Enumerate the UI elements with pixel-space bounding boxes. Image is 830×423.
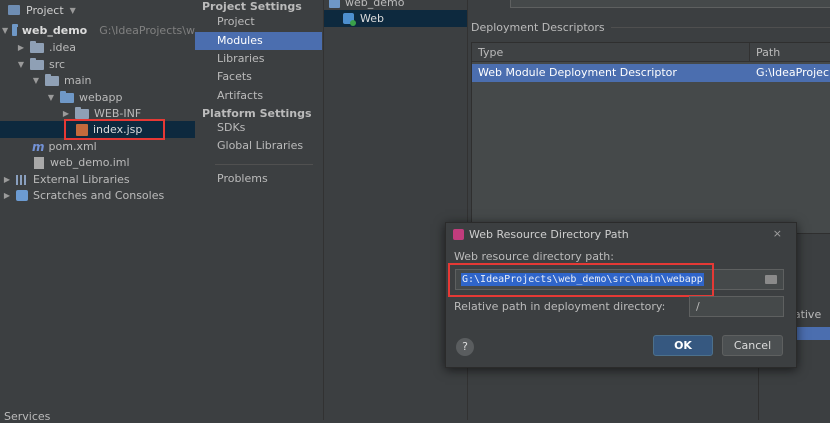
project-settings-heading: Project Settings xyxy=(202,0,302,13)
expand-arrow-icon[interactable]: ▼ xyxy=(2,26,8,35)
collapse-arrow-icon[interactable]: ▶ xyxy=(61,109,71,118)
folder-icon xyxy=(30,57,44,70)
highlight-box xyxy=(64,119,165,140)
maven-icon: m xyxy=(32,139,45,154)
tree-item-pom-xml[interactable]: m pom.xml xyxy=(0,138,195,155)
services-tool-window-label[interactable]: Services xyxy=(4,410,50,423)
deployment-descriptors-table[interactable]: Type Path Web Module Deployment Descript… xyxy=(471,42,830,234)
module-path: G:\IdeaProjects\w xyxy=(99,24,195,37)
project-view-title: Project xyxy=(26,3,64,17)
tree-item-label: .idea xyxy=(49,41,77,54)
ok-button[interactable]: OK xyxy=(653,335,713,356)
column-header-path[interactable]: Path xyxy=(750,43,830,62)
module-folder-icon xyxy=(12,23,18,36)
relative-path-input[interactable]: / xyxy=(689,296,784,317)
tree-item-webapp[interactable]: ▼ webapp xyxy=(0,89,195,106)
sidebar-divider xyxy=(215,164,313,165)
sidebar-item-global-libraries[interactable]: Global Libraries xyxy=(195,137,322,155)
iml-file-icon xyxy=(34,156,44,169)
scratches-icon xyxy=(16,190,28,201)
tree-item-idea[interactable]: ▶ .idea xyxy=(0,39,195,56)
module-tree-label: Web xyxy=(360,12,384,25)
help-button[interactable]: ? xyxy=(456,338,474,356)
tree-item-web-demo[interactable]: ▼ web_demo G:\IdeaProjects\w xyxy=(0,22,195,39)
project-view-header[interactable]: Project ▼ xyxy=(0,0,195,20)
project-view-icon xyxy=(8,5,20,15)
tree-item-web-demo-iml[interactable]: web_demo.iml xyxy=(0,154,195,171)
dialog-title-bar[interactable]: Web Resource Directory Path xyxy=(446,223,796,245)
sidebar-item-facets[interactable]: Facets xyxy=(195,68,322,86)
tree-item-label: web_demo.iml xyxy=(50,156,130,169)
selected-row-fragment[interactable] xyxy=(792,327,830,340)
tree-item-label: External Libraries xyxy=(33,173,130,186)
tree-item-label: main xyxy=(64,74,92,87)
module-folder-icon xyxy=(329,0,340,8)
title-divider xyxy=(611,27,830,28)
close-icon[interactable]: × xyxy=(773,227,782,240)
tree-item-external-libraries[interactable]: ▶ External Libraries xyxy=(0,171,195,188)
dropdown-caret-icon[interactable]: ▼ xyxy=(70,6,76,15)
expand-arrow-icon[interactable]: ▼ xyxy=(16,60,26,69)
deployment-descriptors-title: Deployment Descriptors xyxy=(471,21,605,34)
collapse-arrow-icon[interactable]: ▶ xyxy=(2,175,12,184)
web-resource-directory-path-dialog: Web Resource Directory Path × Web resour… xyxy=(445,222,797,368)
tree-item-label: src xyxy=(49,58,66,71)
sidebar-item-modules[interactable]: Modules xyxy=(195,32,322,50)
module-tree-item-web[interactable]: Web xyxy=(324,10,467,27)
settings-sidebar: Project Settings Project Modules Librari… xyxy=(195,0,324,420)
folder-icon xyxy=(75,106,89,119)
column-header-type[interactable]: Type xyxy=(472,43,750,62)
cancel-button[interactable]: Cancel xyxy=(722,335,783,356)
descriptor-type: Web Module Deployment Descriptor xyxy=(478,66,677,79)
path-field-label: Web resource directory path: xyxy=(454,250,614,263)
browse-folder-icon[interactable] xyxy=(765,275,777,284)
collapse-arrow-icon[interactable]: ▶ xyxy=(2,191,12,200)
folder-icon xyxy=(45,73,59,86)
tree-item-label: pom.xml xyxy=(48,140,97,153)
project-tool-window: Project ▼ ▼ web_demo G:\IdeaProjects\w ▶… xyxy=(0,0,195,423)
collapse-arrow-icon[interactable]: ▶ xyxy=(16,43,26,52)
sidebar-item-artifacts[interactable]: Artifacts xyxy=(195,87,322,105)
tree-item-src[interactable]: ▼ src xyxy=(0,56,195,73)
expand-arrow-icon[interactable]: ▼ xyxy=(31,76,41,85)
dialog-title: Web Resource Directory Path xyxy=(469,227,629,241)
sidebar-item-problems[interactable]: Problems xyxy=(195,170,322,188)
facet-name-field[interactable] xyxy=(510,0,830,8)
intellij-icon xyxy=(453,228,464,240)
web-facet-icon xyxy=(343,13,356,26)
tree-item-scratches[interactable]: ▶ Scratches and Consoles xyxy=(0,187,195,204)
table-row[interactable]: Web Module Deployment Descriptor G:\Idea… xyxy=(472,64,830,82)
tree-item-label: webapp xyxy=(79,91,123,104)
tree-item-label: Scratches and Consoles xyxy=(33,189,165,202)
libraries-icon xyxy=(16,174,28,185)
descriptor-path: G:\IdeaProjec xyxy=(756,66,829,79)
sidebar-item-sdks[interactable]: SDKs xyxy=(195,119,322,137)
module-tree-label: web_demo xyxy=(345,0,405,9)
tree-item-main[interactable]: ▼ main xyxy=(0,72,195,89)
sidebar-item-libraries[interactable]: Libraries xyxy=(195,50,322,68)
folder-icon xyxy=(30,40,44,53)
relative-path-label: Relative path in deployment directory: xyxy=(454,300,666,313)
expand-arrow-icon[interactable]: ▼ xyxy=(46,93,56,102)
tree-item-label: web_demo xyxy=(21,24,88,37)
sidebar-item-project[interactable]: Project xyxy=(195,13,322,31)
web-folder-icon xyxy=(60,90,74,103)
highlight-box xyxy=(448,263,714,297)
